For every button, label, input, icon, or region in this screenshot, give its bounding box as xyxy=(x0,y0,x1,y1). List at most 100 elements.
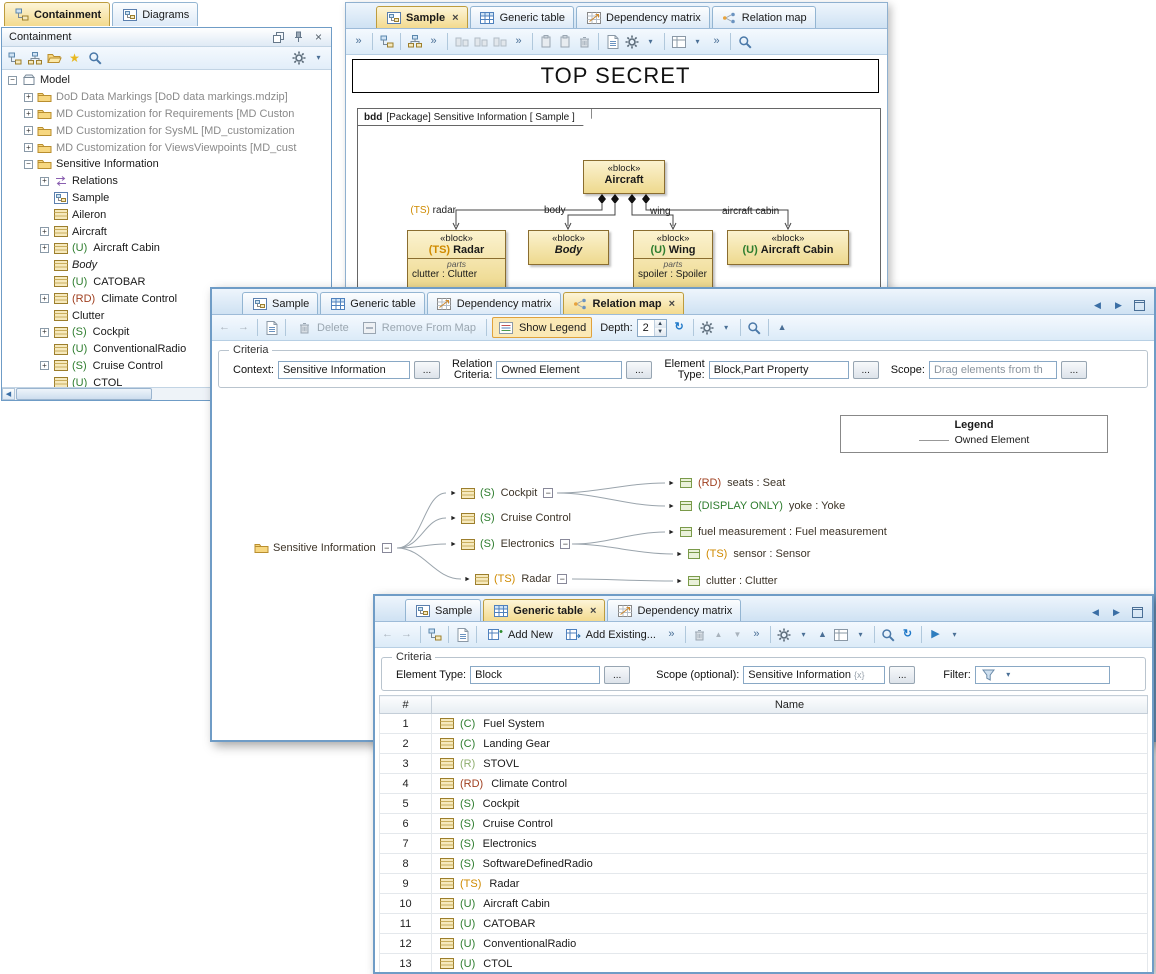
chevron-down-icon[interactable]: ▾ xyxy=(642,33,659,50)
add-existing-button[interactable]: Add Existing... xyxy=(560,624,661,645)
scope-field[interactable]: Sensitive Information{x} xyxy=(743,666,885,684)
expand-icon[interactable]: + xyxy=(40,244,49,253)
element-type-browse-button[interactable]: ... xyxy=(853,361,879,379)
toolbar-overflow-icon[interactable]: » xyxy=(708,33,725,50)
columns-icon[interactable] xyxy=(833,626,850,643)
scrollbar-thumb[interactable] xyxy=(16,388,152,400)
collapse-node-icon[interactable]: − xyxy=(560,539,570,549)
gear-icon[interactable] xyxy=(776,626,793,643)
align-right-icon[interactable] xyxy=(491,33,508,50)
tree-item[interactable]: −Model xyxy=(2,72,331,89)
element-type-browse-button[interactable]: ... xyxy=(604,666,630,684)
chevron-down-icon[interactable]: ▾ xyxy=(310,50,327,67)
expand-icon[interactable]: + xyxy=(24,93,33,102)
back-icon[interactable]: ← xyxy=(379,626,396,643)
collapse-all-icon[interactable] xyxy=(6,50,23,67)
back-icon[interactable]: ← xyxy=(216,319,233,336)
scroll-left-button[interactable]: ◀ xyxy=(2,388,15,400)
tree-item[interactable]: +MD Customization for ViewsViewpoints [M… xyxy=(2,139,331,156)
open-in-tree-icon[interactable] xyxy=(46,50,63,67)
expand-icon[interactable]: + xyxy=(24,109,33,118)
relation-map-node[interactable]: ►(RD)seats : Seat xyxy=(668,475,785,491)
previous-tab-icon[interactable]: ◀ xyxy=(1087,604,1104,621)
toolbar-overflow-icon[interactable]: » xyxy=(748,626,765,643)
tab-relation-map[interactable]: Relation map× xyxy=(563,292,685,314)
containment-icon[interactable] xyxy=(426,626,443,643)
scope-browse-button[interactable]: ... xyxy=(1061,361,1087,379)
column-header-number[interactable]: # xyxy=(380,696,432,714)
specification-icon[interactable] xyxy=(263,319,280,336)
float-window-icon[interactable] xyxy=(270,29,287,46)
tree-item[interactable]: +Relations xyxy=(2,173,331,190)
table-row[interactable]: 12(U)ConventionalRadio xyxy=(380,934,1148,954)
tree-item[interactable]: Sample xyxy=(2,190,331,207)
previous-tab-icon[interactable]: ◀ xyxy=(1089,297,1106,314)
table-row[interactable]: 1(C)Fuel System xyxy=(380,714,1148,734)
tree-item[interactable]: +MD Customization for Requirements [MD C… xyxy=(2,106,331,123)
chevron-down-icon[interactable]: ▾ xyxy=(795,626,812,643)
tab-dependency-matrix[interactable]: Dependency matrix xyxy=(427,292,561,314)
toolbar-overflow-icon[interactable]: » xyxy=(425,33,442,50)
search-icon[interactable] xyxy=(880,626,897,643)
gear-icon[interactable] xyxy=(623,33,640,50)
search-icon[interactable] xyxy=(736,33,753,50)
toolbar-overflow-icon[interactable]: » xyxy=(510,33,527,50)
relation-map-node[interactable]: ►clutter : Clutter xyxy=(676,573,777,589)
collapse-criteria-icon[interactable]: ▲ xyxy=(774,319,791,336)
expand-icon[interactable]: + xyxy=(24,126,33,135)
element-type-field[interactable]: Block xyxy=(470,666,600,684)
maximize-icon[interactable] xyxy=(1129,604,1146,621)
tab-dependency-matrix[interactable]: Dependency matrix xyxy=(607,599,741,621)
pin-icon[interactable] xyxy=(290,29,307,46)
chevron-down-icon[interactable]: ▾ xyxy=(689,33,706,50)
chevron-down-icon[interactable]: ▾ xyxy=(718,319,735,336)
close-tab-icon[interactable]: × xyxy=(452,12,458,24)
expand-icon[interactable]: + xyxy=(40,328,49,337)
next-tab-icon[interactable]: ▶ xyxy=(1108,604,1125,621)
tab-generic-table[interactable]: Generic table× xyxy=(483,599,605,621)
delete-button[interactable]: Delete xyxy=(291,317,354,338)
search-icon[interactable] xyxy=(86,50,103,67)
tree-item[interactable]: Aileron xyxy=(2,206,331,223)
tab-dependency-matrix[interactable]: Dependency matrix xyxy=(576,6,710,28)
refresh-icon[interactable]: ↻ xyxy=(899,626,916,643)
containment-icon[interactable] xyxy=(378,33,395,50)
close-tab-icon[interactable]: × xyxy=(669,298,675,310)
collapse-criteria-icon[interactable]: ▲ xyxy=(814,626,831,643)
table-row[interactable]: 5(S)Cockpit xyxy=(380,794,1148,814)
specification-icon[interactable] xyxy=(604,33,621,50)
tab-relation-map[interactable]: Relation map xyxy=(712,6,816,28)
depth-up-icon[interactable]: ▲ xyxy=(655,320,666,328)
specification-icon[interactable] xyxy=(454,626,471,643)
expand-tree-icon[interactable] xyxy=(26,50,43,67)
gear-icon[interactable] xyxy=(699,319,716,336)
relation-map-node[interactable]: ►(S)Cruise Control xyxy=(450,510,571,526)
table-row[interactable]: 3(R)STOVL xyxy=(380,754,1148,774)
toolbar-overflow-icon[interactable]: » xyxy=(663,626,680,643)
refresh-icon[interactable]: ↻ xyxy=(671,319,688,336)
tab-sample[interactable]: Sample xyxy=(405,599,481,621)
expand-icon[interactable]: + xyxy=(24,143,33,152)
play-icon[interactable]: ▶ xyxy=(927,626,944,643)
table-row[interactable]: 6(S)Cruise Control xyxy=(380,814,1148,834)
table-row[interactable]: 13(U)CTOL xyxy=(380,954,1148,973)
context-field[interactable]: Sensitive Information xyxy=(278,361,410,379)
tree-item[interactable]: +(U)Aircraft Cabin xyxy=(2,240,331,257)
tab-generic-table[interactable]: Generic table xyxy=(470,6,574,28)
relation-map-node[interactable]: ►fuel measurement : Fuel measurement xyxy=(668,524,887,540)
delete-icon[interactable] xyxy=(691,626,708,643)
collapse-icon[interactable]: − xyxy=(24,160,33,169)
table-row[interactable]: 9(TS)Radar xyxy=(380,874,1148,894)
expand-icon[interactable]: + xyxy=(40,361,49,370)
chevron-down-icon[interactable]: ▾ xyxy=(852,626,869,643)
forward-icon[interactable]: → xyxy=(398,626,415,643)
tab-diagrams[interactable]: Diagrams xyxy=(112,2,198,26)
table-row[interactable]: 7(S)Electronics xyxy=(380,834,1148,854)
favorites-icon[interactable]: ★ xyxy=(66,50,83,67)
collapse-icon[interactable]: − xyxy=(8,76,17,85)
paste-icon[interactable] xyxy=(538,33,555,50)
relation-map-node[interactable]: ►(DISPLAY ONLY)yoke : Yoke xyxy=(668,498,845,514)
tree-item[interactable]: −Sensitive Information xyxy=(2,156,331,173)
chevron-down-icon[interactable]: ▾ xyxy=(946,626,963,643)
expand-icon[interactable]: + xyxy=(40,227,49,236)
